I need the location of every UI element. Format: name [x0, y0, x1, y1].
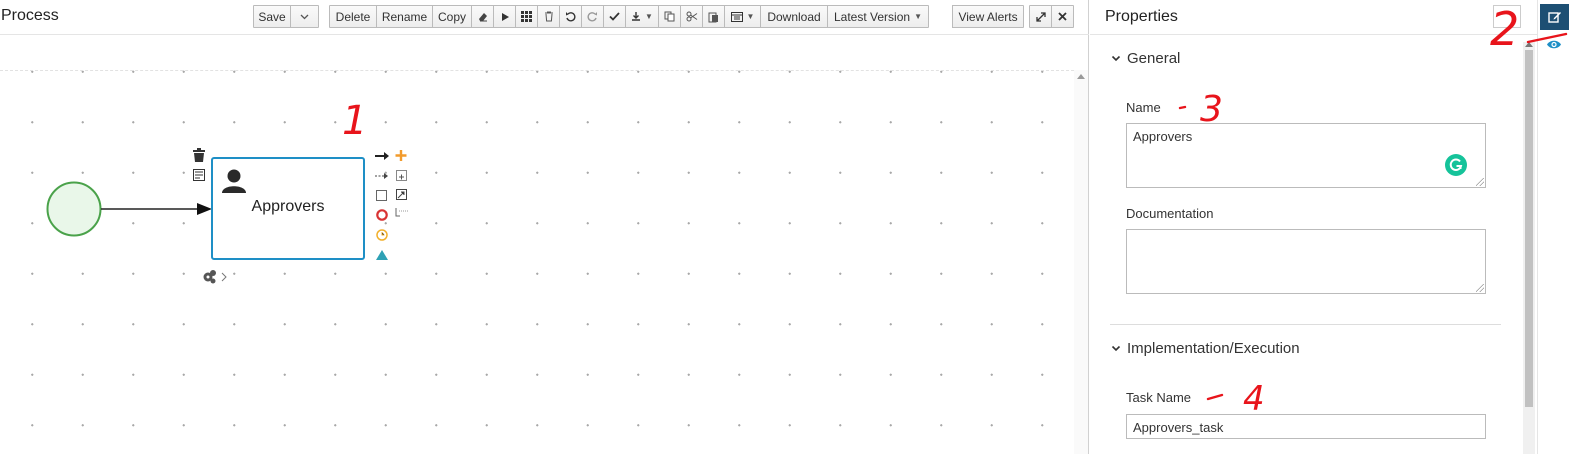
subprocess-icon[interactable] — [396, 170, 407, 181]
gears-icon[interactable] — [203, 270, 227, 284]
connect-sequence-flow-icon[interactable] — [375, 152, 389, 160]
properties-title: Properties — [1105, 8, 1178, 25]
documentation-field[interactable] — [1126, 229, 1486, 294]
process-diagram — [46, 148, 409, 284]
timer-event-icon[interactable] — [376, 229, 388, 241]
app-root: Process Save Delete Rename Copy ▼ ▼ Down… — [0, 0, 1583, 454]
grammarly-icon[interactable] — [1445, 154, 1467, 176]
properties-tab-button[interactable] — [1540, 4, 1569, 30]
properties-collapse-button[interactable] — [1493, 5, 1521, 28]
resize-handle[interactable] — [1476, 178, 1484, 186]
preview-tab-button[interactable] — [1546, 37, 1562, 55]
task-shape-icon[interactable] — [376, 190, 387, 201]
gateway-icon[interactable] — [376, 250, 388, 260]
trash-icon[interactable] — [193, 148, 205, 162]
properties-panel: Properties General Name Approvers Docume… — [1090, 0, 1537, 454]
chevron-down-icon — [1111, 55, 1121, 62]
edit-icon — [1547, 12, 1561, 23]
scroll-up-arrow[interactable] — [1525, 42, 1533, 47]
connect-association-icon[interactable] — [375, 173, 388, 179]
start-event[interactable] — [46, 181, 102, 237]
scrollbar-thumb[interactable] — [1525, 50, 1533, 407]
end-event-icon[interactable] — [376, 209, 388, 221]
section-divider — [1110, 324, 1501, 325]
sequence-flow[interactable] — [101, 203, 212, 215]
task-label: Approvers — [251, 198, 325, 215]
documentation-label: Documentation — [1126, 206, 1214, 221]
properties-header: Properties — [1090, 0, 1537, 35]
section-general-label: General — [1127, 50, 1181, 67]
morph-icon[interactable] — [396, 189, 407, 200]
grammarly-glyph — [1449, 158, 1463, 171]
eye-icon — [1547, 40, 1561, 49]
add-icon[interactable] — [395, 150, 407, 161]
name-label: Name — [1126, 100, 1161, 115]
section-implementation-label: Implementation/Execution — [1127, 340, 1300, 357]
section-general-header[interactable]: General — [1111, 50, 1180, 67]
resize-handle[interactable] — [1476, 284, 1484, 292]
properties-scrollbar[interactable] — [1523, 42, 1535, 454]
section-implementation-header[interactable]: Implementation/Execution — [1111, 340, 1300, 357]
task-name-label: Task Name — [1126, 390, 1192, 405]
process-editor: Process Save Delete Rename Copy ▼ ▼ Down… — [0, 0, 1089, 454]
task-name-field[interactable]: Approvers_task — [1126, 414, 1486, 439]
properties-form-icon[interactable] — [193, 169, 205, 181]
text-annotation-icon[interactable] — [395, 208, 409, 217]
name-value: Approvers — [1133, 129, 1193, 144]
chevron-down-icon — [1111, 345, 1121, 352]
right-rail — [1537, 0, 1583, 454]
name-field[interactable]: Approvers — [1126, 123, 1486, 188]
